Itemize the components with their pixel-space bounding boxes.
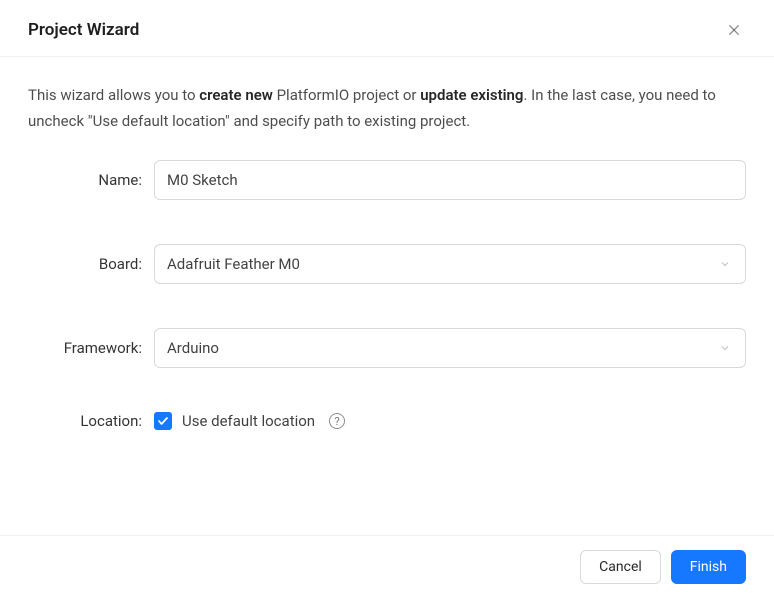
modal-header: Project Wizard (0, 0, 774, 57)
location-checkbox-wrap: Use default location ? (154, 412, 746, 430)
intro-bold2: update existing (420, 86, 523, 104)
framework-control: Arduino (154, 328, 746, 368)
intro-text: This wizard allows you to create new Pla… (28, 83, 746, 134)
board-select-value: Adafruit Feather M0 (167, 255, 300, 273)
location-row: Location: Use default location ? (28, 412, 746, 430)
help-icon[interactable]: ? (329, 413, 345, 429)
check-icon (157, 415, 169, 427)
modal-body: This wizard allows you to create new Pla… (0, 57, 774, 535)
modal-footer: Cancel Finish (0, 535, 774, 600)
project-wizard-modal: Project Wizard This wizard allows you to… (0, 0, 774, 600)
location-label: Location: (28, 412, 154, 430)
modal-title: Project Wizard (28, 20, 139, 40)
cancel-button[interactable]: Cancel (580, 550, 661, 584)
use-default-location-label: Use default location (182, 412, 315, 430)
framework-select[interactable]: Arduino (154, 328, 746, 368)
chevron-down-icon (719, 342, 731, 354)
location-control: Use default location ? (154, 412, 746, 430)
intro-part2: PlatformIO project or (273, 86, 420, 104)
board-label: Board: (28, 255, 154, 273)
finish-button[interactable]: Finish (671, 550, 746, 584)
board-control: Adafruit Feather M0 (154, 244, 746, 284)
framework-label: Framework: (28, 339, 154, 357)
intro-bold1: create new (199, 86, 273, 104)
chevron-down-icon (719, 258, 731, 270)
intro-part1: This wizard allows you to (28, 86, 199, 104)
name-row: Name: (28, 160, 746, 200)
close-icon (726, 22, 742, 38)
name-control (154, 160, 746, 200)
board-select[interactable]: Adafruit Feather M0 (154, 244, 746, 284)
framework-select-value: Arduino (167, 339, 219, 357)
name-input[interactable] (154, 160, 746, 200)
board-row: Board: Adafruit Feather M0 (28, 244, 746, 284)
framework-row: Framework: Arduino (28, 328, 746, 368)
use-default-location-checkbox[interactable] (154, 412, 172, 430)
close-button[interactable] (722, 18, 746, 42)
name-label: Name: (28, 171, 154, 189)
